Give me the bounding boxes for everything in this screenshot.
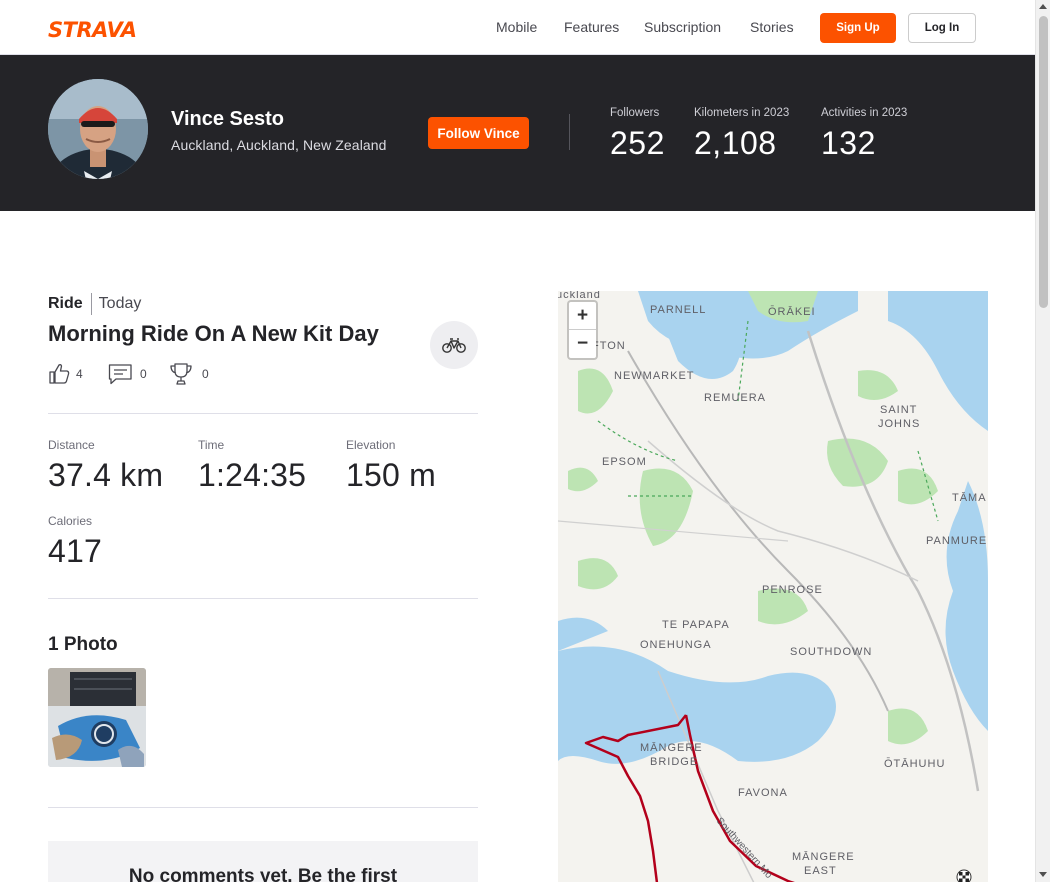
map-label-favona: FAVONA	[738, 787, 788, 799]
route-map[interactable]: uckland PARNELL ŌRĀKEI FTON NEWMARKET RE…	[558, 291, 988, 882]
map-label-saint: SAINT	[880, 404, 917, 416]
activity-date: Today	[98, 295, 142, 312]
zoom-in-button[interactable]: +	[569, 302, 596, 330]
map-label-bridge: BRIDGE	[650, 756, 698, 768]
map-label-mangere-east-2: EAST	[804, 865, 837, 877]
top-nav: STRAVA Mobile Features Subscription Stor…	[0, 0, 1035, 55]
activity-type: Ride	[48, 295, 83, 312]
nav-link-features[interactable]: Features	[564, 19, 619, 35]
map-label-mangere-east-1: MĀNGERE	[792, 851, 855, 863]
strava-logo[interactable]: STRAVA	[48, 18, 137, 42]
athlete-name[interactable]: Vince Sesto	[171, 108, 284, 131]
metric-label-time: Time	[198, 438, 225, 452]
page-scrollbar[interactable]	[1035, 0, 1050, 882]
comment-icon	[108, 364, 132, 385]
map-label-parnell: PARNELL	[650, 304, 706, 316]
achievements-count[interactable]: 0	[169, 362, 209, 386]
map-zoom-control: + −	[567, 300, 598, 360]
bike-icon	[442, 338, 466, 353]
strava-activity-page: STRAVA Mobile Features Subscription Stor…	[0, 0, 1050, 882]
divider-bottom	[48, 807, 478, 808]
map-label-orakei: ŌRĀKEI	[768, 306, 816, 318]
metric-value-distance: 37.4 km	[48, 457, 164, 493]
photos-heading: 1 Photo	[48, 634, 118, 655]
activity-type-row: Ride Today	[48, 293, 141, 315]
map-label-otahuhu: ŌTĀHUHU	[884, 758, 945, 770]
scrollbar-thumb[interactable]	[1039, 16, 1048, 308]
sign-up-button[interactable]: Sign Up	[820, 13, 896, 43]
comments-count[interactable]: 0	[108, 362, 147, 386]
nav-link-subscription[interactable]: Subscription	[644, 19, 721, 35]
map-label-te-papapa: TE PAPAPA	[662, 619, 730, 631]
map-label-panmure: PANMURE	[926, 535, 987, 547]
metric-value-time: 1:24:35	[198, 457, 307, 493]
kudos-count[interactable]: 4	[48, 362, 83, 386]
trophy-icon	[170, 363, 192, 385]
stat-value-kilometers: 2,108	[694, 125, 777, 161]
photo-image	[48, 668, 146, 767]
athlete-location: Auckland, Auckland, New Zealand	[171, 137, 387, 153]
stat-label-followers: Followers	[610, 107, 660, 119]
comments-empty-text: No comments yet. Be the first	[128, 866, 398, 882]
stat-value-activities: 132	[821, 125, 876, 161]
map-label-johns: JOHNS	[878, 418, 920, 430]
checkered-flag-icon	[956, 869, 972, 882]
activity-title: Morning Ride On A New Kit Day	[48, 321, 379, 346]
stat-label-kilometers: Kilometers in 2023	[694, 107, 790, 119]
log-in-button[interactable]: Log In	[908, 13, 976, 43]
athlete-avatar[interactable]	[48, 79, 148, 179]
metric-value-calories: 417	[48, 533, 102, 569]
map-label-remuera: REMUERA	[704, 392, 766, 404]
metric-label-distance: Distance	[48, 438, 95, 452]
stat-label-activities: Activities in 2023	[821, 107, 908, 119]
map-label-mangere: MĀNGERE	[640, 742, 703, 754]
divider-middle	[48, 598, 478, 599]
follow-button[interactable]: Follow Vince	[428, 117, 529, 149]
kudos-value: 4	[76, 367, 83, 381]
divider-top	[48, 413, 478, 414]
map-label-onehunga: ONEHUNGA	[640, 639, 712, 651]
map-label-newmarket: NEWMARKET	[614, 370, 695, 382]
stats-divider	[569, 114, 570, 150]
athlete-avatar-image	[48, 79, 148, 179]
thumbs-up-icon	[49, 364, 70, 384]
comments-value: 0	[140, 367, 147, 381]
map-canvas: uckland PARNELL ŌRĀKEI FTON NEWMARKET RE…	[558, 291, 988, 882]
scroll-down-arrow-icon[interactable]	[1039, 872, 1047, 877]
type-divider	[90, 293, 92, 315]
map-label-tama: TĀMA	[952, 492, 987, 504]
nav-link-stories[interactable]: Stories	[750, 19, 794, 35]
metric-label-calories: Calories	[48, 514, 93, 528]
athlete-header: Vince Sesto Auckland, Auckland, New Zeal…	[0, 55, 1035, 211]
map-label-penrose: PENROSE	[762, 584, 823, 596]
map-label-southdown: SOUTHDOWN	[790, 646, 872, 658]
comments-section: No comments yet. Be the first	[48, 841, 478, 882]
achievements-value: 0	[202, 367, 209, 381]
metric-value-elevation: 150 m	[346, 457, 436, 493]
stat-value-followers: 252	[610, 125, 665, 161]
nav-link-mobile[interactable]: Mobile	[496, 19, 537, 35]
map-label-epsom: EPSOM	[602, 456, 647, 468]
scroll-up-arrow-icon[interactable]	[1039, 4, 1047, 9]
photo-thumbnail[interactable]	[48, 668, 146, 767]
sport-badge	[430, 321, 478, 369]
zoom-out-button[interactable]: −	[569, 330, 596, 358]
metric-label-elevation: Elevation	[346, 438, 396, 452]
